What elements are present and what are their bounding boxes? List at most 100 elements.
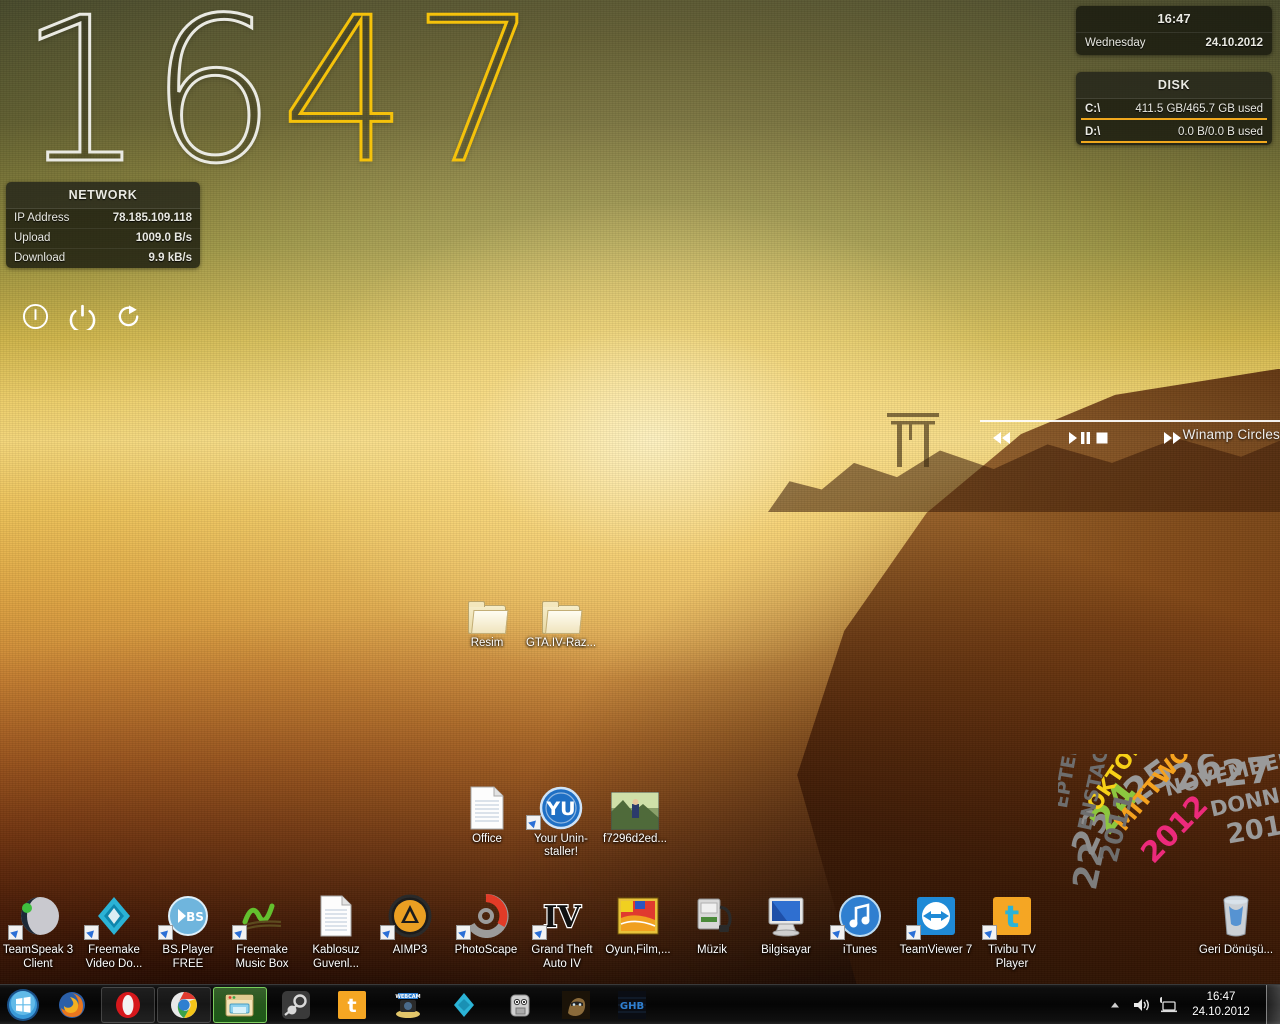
- disk-c-label: C:\: [1085, 103, 1101, 115]
- taskbar-button-game-character[interactable]: [549, 987, 603, 1023]
- shutdown-icon[interactable]: [69, 303, 96, 330]
- pause-icon[interactable]: [1080, 431, 1091, 445]
- taskbar-button-chrome[interactable]: [157, 986, 211, 1023]
- dock-item-teamviewer[interactable]: TeamViewer 7: [898, 892, 974, 958]
- dock-item-bilgisayar[interactable]: Bilgisayar: [748, 892, 824, 958]
- clock-widget[interactable]: 16:47 Wednesday 24.10.2012: [1076, 6, 1272, 55]
- shortcut-overlay-icon: [982, 925, 997, 940]
- big-clock-hours: 16: [17, 0, 281, 208]
- dock-item-muzik[interactable]: Müzik: [674, 892, 750, 958]
- network-ip-label: IP Address: [14, 212, 70, 224]
- desktop-icon-label: GTA.IV-Raz...: [525, 637, 597, 649]
- network-widget-title: NETWORK: [6, 182, 200, 209]
- taskbar-button-webcam[interactable]: WEBCAM: [381, 987, 435, 1023]
- dock-item-freemake-video[interactable]: Freemake Video Do...: [76, 892, 152, 971]
- network-ip-value: 78.185.109.118: [112, 212, 192, 224]
- network-download-value: 9.9 kB/s: [148, 252, 192, 264]
- disk-widget[interactable]: DISK C:\ 411.5 GB/465.7 GB used D:\ 0.0 …: [1076, 72, 1272, 145]
- taskbar-button-opera[interactable]: [101, 986, 155, 1023]
- document-icon: [298, 892, 374, 940]
- torii-gate-icon: [887, 413, 939, 467]
- dock-item-bsplayer[interactable]: BS BS.Player FREE: [150, 892, 226, 971]
- desktop-icon-your-uninstaller[interactable]: YU Your Unin-staller!: [524, 784, 598, 859]
- desktop-icon-label: f7296d2ed...: [603, 833, 667, 845]
- svg-text:IV: IV: [543, 900, 581, 935]
- dock-item-gta-iv[interactable]: IV Grand Theft Auto IV: [524, 892, 600, 971]
- taskbar-button-windows-explorer[interactable]: [213, 986, 267, 1023]
- restart-icon[interactable]: [116, 303, 143, 330]
- dock-item-label: Freemake Music Box: [235, 944, 289, 970]
- disk-d-usage-bar: [1081, 141, 1267, 143]
- shortcut-overlay-icon: [456, 925, 471, 940]
- dock-item-itunes[interactable]: iTunes: [822, 892, 898, 958]
- desktop-big-clock: 1647: [17, 0, 543, 193]
- network-download-label: Download: [14, 252, 66, 264]
- dock-item-label: Kablosuz Guvenl...: [312, 944, 360, 970]
- windows-taskbar: t WEBCAM GHB 16:47 24.10.2012: [0, 984, 1280, 1024]
- system-tray: 16:47 24.10.2012: [1102, 984, 1280, 1024]
- dock-item-label: AIMP3: [392, 944, 428, 956]
- dock-item-recycle-bin[interactable]: Geri Dönüşü...: [1198, 892, 1274, 958]
- desktop-icon-gta-iv-raz[interactable]: GTA.IV-Raz...: [524, 588, 598, 650]
- dock-item-label: Grand Theft Auto IV: [531, 944, 593, 970]
- desktop-icon-dock: TeamSpeak 3 Client Freemake Video Do... …: [0, 892, 1280, 988]
- dock-item-tivibu[interactable]: t Tivibu TV Player: [974, 892, 1050, 971]
- show-hidden-icons-arrow[interactable]: [1102, 985, 1128, 1024]
- dock-item-teamspeak[interactable]: TeamSpeak 3 Client: [0, 892, 76, 971]
- freemake-video-icon: [76, 892, 152, 940]
- desktop-icon-label: Office: [472, 833, 502, 845]
- network-widget[interactable]: NETWORK IP Address 78.185.109.118 Upload…: [6, 182, 200, 268]
- dock-item-kablosuz-guvenlik[interactable]: Kablosuz Guvenl...: [298, 892, 374, 971]
- bsplayer-icon: BS: [150, 892, 226, 940]
- taskbar-button-tivibu[interactable]: t: [325, 987, 379, 1023]
- dock-item-label: Oyun,Film,...: [605, 944, 671, 956]
- dock-item-oyun-film[interactable]: Oyun,Film,...: [600, 892, 676, 958]
- previous-track-icon[interactable]: [992, 431, 1012, 445]
- taskbar-button-firefox[interactable]: [45, 987, 99, 1023]
- desktop-icon-office[interactable]: Office: [450, 784, 524, 846]
- taskbar-clock[interactable]: 16:47 24.10.2012: [1180, 990, 1262, 1020]
- logoff-icon[interactable]: [22, 303, 49, 330]
- svg-text:WEBCAM: WEBCAM: [395, 994, 420, 1000]
- volume-icon[interactable]: [1128, 985, 1154, 1024]
- itunes-icon: [822, 892, 898, 940]
- stop-icon[interactable]: [1096, 432, 1108, 444]
- dock-item-label: Müzik: [696, 944, 728, 956]
- winamp-media-widget[interactable]: Winamp Circles: [980, 420, 1280, 454]
- winamp-divider-line: [980, 420, 1280, 422]
- disk-d-value: 0.0 B/0.0 B used: [1177, 126, 1263, 138]
- dock-item-aimp3[interactable]: AIMP3: [372, 892, 448, 958]
- network-upload-value: 1009.0 B/s: [135, 232, 192, 244]
- dock-item-photoscape[interactable]: PhotoScape: [448, 892, 524, 958]
- disk-row-c: C:\ 411.5 GB/465.7 GB used: [1076, 99, 1272, 122]
- shortcut-overlay-icon: [84, 925, 99, 940]
- show-desktop-button[interactable]: [1266, 984, 1280, 1024]
- dock-item-label: BS.Player FREE: [162, 944, 214, 970]
- next-track-icon[interactable]: [1162, 431, 1182, 445]
- desktop-icon-photo-file[interactable]: f7296d2ed...: [598, 784, 672, 846]
- dock-item-label: Tivibu TV Player: [988, 944, 1036, 970]
- desktop-icon-resim[interactable]: Resim: [450, 588, 524, 650]
- freemake-music-icon: [224, 892, 300, 940]
- shortcut-overlay-icon: [526, 815, 541, 830]
- clock-widget-time: 16:47: [1157, 11, 1191, 26]
- dock-item-freemake-music[interactable]: Freemake Music Box: [224, 892, 300, 971]
- dock-item-label: Geri Dönüşü...: [1198, 944, 1274, 956]
- svg-text:BS: BS: [186, 910, 204, 924]
- dock-item-label: Freemake Video Do...: [85, 944, 143, 970]
- computer-icon: [748, 892, 824, 940]
- network-action-center-icon[interactable]: [1154, 985, 1180, 1024]
- photoscape-icon: [448, 892, 524, 940]
- start-button[interactable]: [2, 987, 44, 1023]
- disk-c-usage-bar: [1081, 118, 1267, 120]
- taskbar-button-ghb[interactable]: GHB: [605, 987, 659, 1023]
- wallpaper-sun-glow: [281, 204, 1024, 676]
- photo-thumbnail-icon: [598, 784, 672, 830]
- disk-row-d: D:\ 0.0 B/0.0 B used: [1076, 122, 1272, 145]
- teamviewer-icon: [898, 892, 974, 940]
- svg-text:t: t: [1005, 900, 1019, 935]
- taskbar-button-freemake[interactable]: [437, 987, 491, 1023]
- play-icon[interactable]: [1068, 431, 1078, 445]
- taskbar-button-steam[interactable]: [269, 987, 323, 1023]
- taskbar-button-robot-app[interactable]: [493, 987, 547, 1023]
